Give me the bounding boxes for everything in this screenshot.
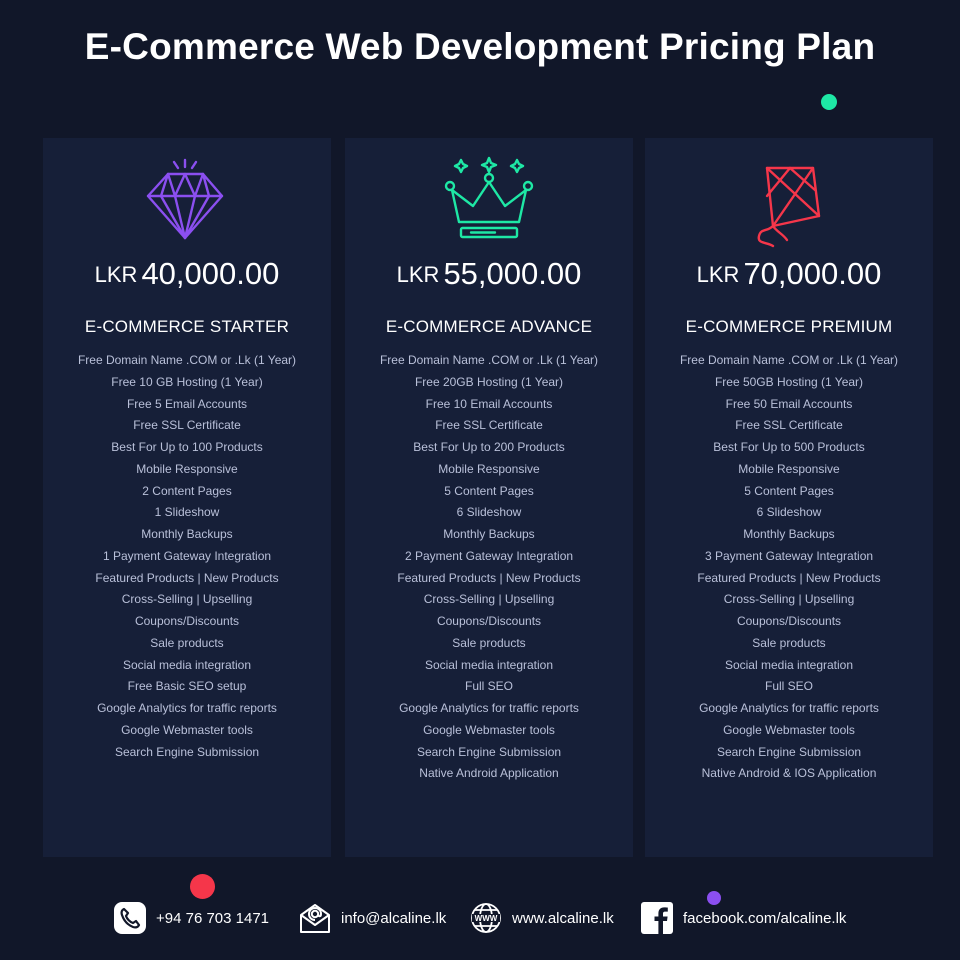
decorative-dot-green — [821, 94, 837, 110]
diamond-icon — [43, 156, 331, 248]
feature-item: Free SSL Certificate — [735, 418, 843, 433]
feature-item: Monthly Backups — [743, 527, 835, 541]
feature-item: Featured Products | New Products — [697, 570, 881, 585]
feature-item: Coupons/Discounts — [134, 614, 240, 628]
price-currency: LKR — [396, 262, 440, 287]
feature-item: 1 Payment Gateway Integration — [102, 548, 272, 563]
price-amount: 55,000.00 — [443, 256, 582, 291]
plan-card-starter: LKR 40,000.00 E-COMMERCE STARTER Free Dom… — [43, 138, 331, 857]
feature-item: Sale products — [150, 635, 224, 650]
globe-icon: WWW — [469, 901, 503, 935]
feature-item: Mobile Responsive — [438, 461, 540, 476]
feature-item: Free 5 Email Accounts — [126, 396, 248, 411]
feature-item: Cross-Selling | Upselling — [723, 592, 855, 607]
feature-item: 3 Payment Gateway Integration — [704, 548, 874, 563]
feature-item: 2 Content Pages — [142, 483, 232, 498]
crown-icon — [345, 156, 633, 248]
price-amount: 70,000.00 — [743, 256, 882, 291]
feature-item: Native Android & IOS Application — [701, 766, 877, 781]
plan-card-premium: LKR 70,000.00 E-COMMERCE PREMIUM Free Dom… — [645, 138, 933, 857]
email-address: info@alcaline.lk — [341, 909, 447, 927]
feature-item: Search Engine Submission — [114, 744, 260, 759]
feature-item: Google Analytics for traffic reports — [97, 701, 277, 715]
feature-item: Best For Up to 100 Products — [111, 440, 263, 454]
price-amount: 40,000.00 — [141, 256, 280, 291]
feature-item: Sale products — [452, 635, 526, 650]
feature-item: Google Webmaster tools — [723, 722, 855, 737]
feature-item: Free 50GB Hosting (1 Year) — [714, 374, 864, 389]
feature-item: Full SEO — [764, 679, 813, 694]
feature-item: Free Basic SEO setup — [127, 679, 247, 694]
feature-item: Social media integration — [122, 657, 252, 672]
facebook-icon — [640, 901, 674, 935]
feature-item: Free SSL Certificate — [133, 418, 241, 433]
decorative-dot-red — [190, 874, 215, 899]
price-currency: LKR — [696, 262, 740, 287]
envelope-icon — [298, 901, 332, 935]
contact-email[interactable]: info@alcaline.lk — [298, 900, 446, 936]
feature-item: Monthly Backups — [141, 527, 233, 541]
feature-item: 5 Content Pages — [744, 483, 834, 498]
feature-item: Social media integration — [724, 657, 854, 672]
feature-item: Free Domain Name .COM or .Lk (1 Year) — [77, 353, 297, 367]
feature-list: Free Domain Name .COM or .Lk (1 Year) Fr… — [43, 350, 331, 763]
feature-item: Mobile Responsive — [136, 461, 238, 476]
contact-website[interactable]: WWW www.alcaline.lk — [469, 900, 614, 936]
plan-card-advance: LKR 55,000.00 E-COMMERCE ADVANCE Free Dom… — [345, 138, 633, 857]
phone-icon — [113, 901, 147, 935]
phone-number: +94 76 703 1471 — [156, 909, 270, 927]
feature-item: Free 20GB Hosting (1 Year) — [414, 374, 564, 389]
feature-item: Google Webmaster tools — [423, 722, 555, 737]
feature-item: 5 Content Pages — [444, 483, 534, 498]
feature-item: Free Domain Name .COM or .Lk (1 Year) — [679, 353, 899, 367]
feature-item: Free 10 Email Accounts — [425, 396, 553, 411]
feature-item: 6 Slideshow — [456, 505, 522, 520]
feature-item: Native Android Application — [419, 766, 559, 781]
page-title: E-Commerce Web Development Pricing Plan — [84, 26, 876, 67]
kite-icon — [645, 156, 933, 248]
svg-text:WWW: WWW — [475, 914, 498, 923]
price-currency: LKR — [94, 262, 138, 287]
feature-list: Free Domain Name .COM or .Lk (1 Year) Fr… — [645, 350, 933, 785]
feature-item: Cross-Selling | Upselling — [423, 592, 555, 607]
plan-price: LKR 70,000.00 — [645, 256, 933, 292]
plan-price: LKR 55,000.00 — [345, 256, 633, 292]
feature-item: 6 Slideshow — [756, 505, 822, 520]
feature-item: Cross-Selling | Upselling — [121, 592, 253, 607]
plan-price: LKR 40,000.00 — [43, 256, 331, 292]
feature-item: Google Webmaster tools — [121, 722, 253, 737]
plan-name: E-COMMERCE PREMIUM — [685, 317, 893, 336]
feature-item: Free Domain Name .COM or .Lk (1 Year) — [379, 353, 599, 367]
feature-item: Full SEO — [464, 679, 513, 694]
contact-facebook[interactable]: facebook.com/alcaline.lk — [640, 900, 846, 936]
facebook-url: facebook.com/alcaline.lk — [683, 909, 847, 927]
feature-item: 2 Payment Gateway Integration — [404, 548, 574, 563]
feature-item: Free SSL Certificate — [435, 418, 543, 433]
feature-item: Coupons/Discounts — [736, 614, 842, 628]
feature-item: Best For Up to 500 Products — [713, 440, 865, 454]
pricing-page: E-Commerce Web Development Pricing Plan … — [0, 0, 960, 960]
feature-item: Mobile Responsive — [738, 461, 840, 476]
contact-phone[interactable]: +94 76 703 1471 — [113, 900, 269, 936]
feature-item: Featured Products | New Products — [397, 570, 581, 585]
feature-item: Coupons/Discounts — [436, 614, 542, 628]
feature-item: Search Engine Submission — [416, 744, 562, 759]
feature-item: Best For Up to 200 Products — [413, 440, 565, 454]
plan-name: E-COMMERCE ADVANCE — [385, 317, 593, 336]
feature-item: Google Analytics for traffic reports — [699, 701, 879, 715]
feature-item: Google Analytics for traffic reports — [399, 701, 579, 715]
feature-item: Search Engine Submission — [716, 744, 862, 759]
plan-name: E-COMMERCE STARTER — [84, 317, 290, 336]
feature-item: Free 10 GB Hosting (1 Year) — [111, 374, 263, 389]
feature-item: Sale products — [752, 635, 826, 650]
feature-item: Monthly Backups — [443, 527, 535, 541]
feature-item: Free 50 Email Accounts — [725, 396, 853, 411]
website-url: www.alcaline.lk — [512, 909, 614, 927]
feature-item: Featured Products | New Products — [95, 570, 279, 585]
feature-list: Free Domain Name .COM or .Lk (1 Year) Fr… — [345, 350, 633, 785]
feature-item: 1 Slideshow — [154, 505, 220, 520]
feature-item: Social media integration — [424, 657, 554, 672]
